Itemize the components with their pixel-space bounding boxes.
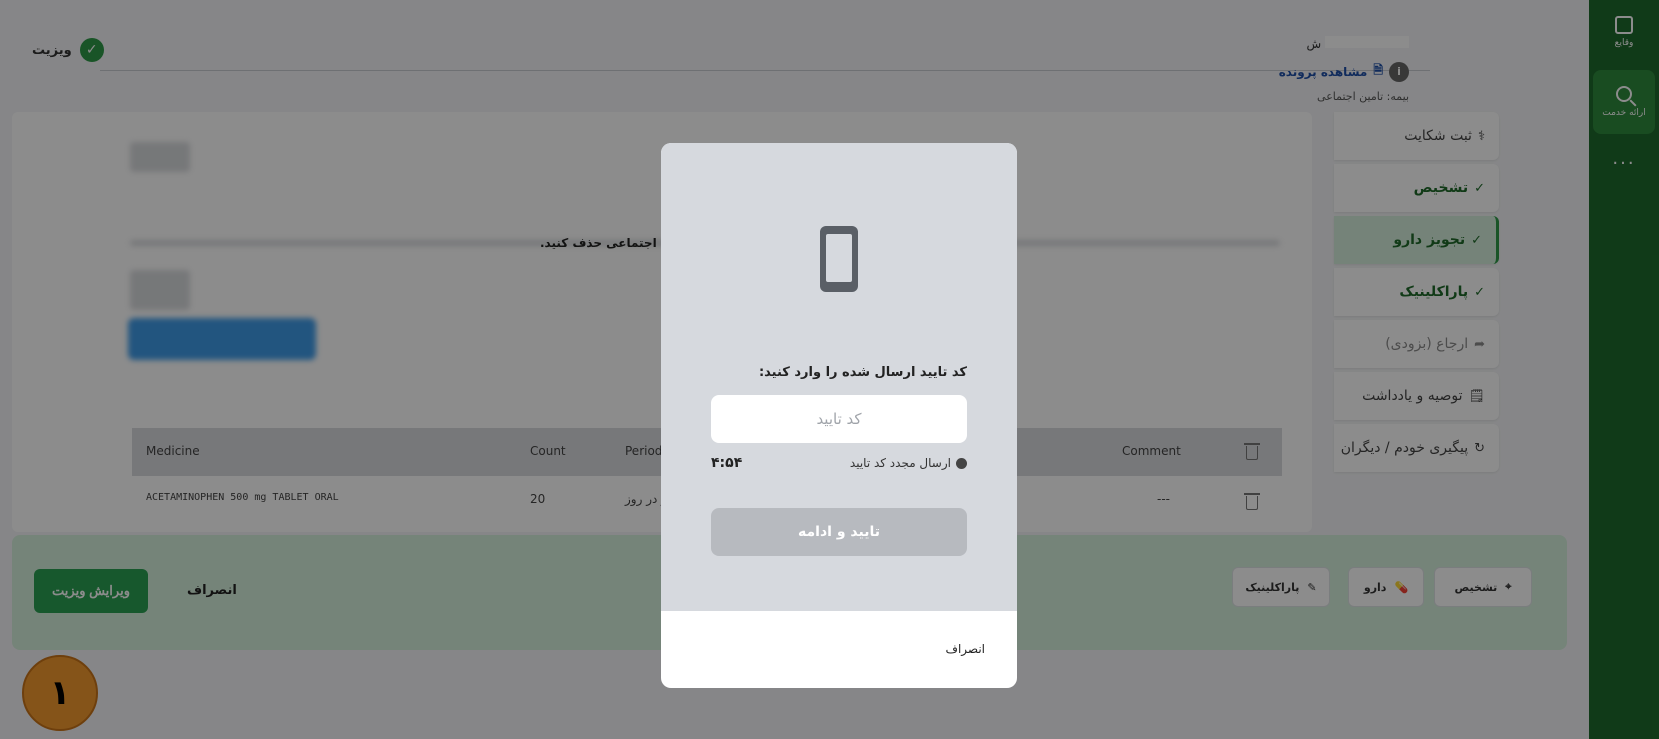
confirm-continue-button[interactable]: تایید و ادامه	[711, 508, 967, 556]
modal-body: کد تایید ارسال شده را وارد کنید: ارسال م…	[661, 143, 1017, 611]
clock-icon	[956, 457, 967, 469]
modal-label: کد تایید ارسال شده را وارد کنید:	[758, 365, 967, 380]
verify-code-modal: کد تایید ارسال شده را وارد کنید: ارسال م…	[661, 143, 1017, 688]
resend-code-link[interactable]: ارسال مجدد کد تایید	[850, 456, 967, 470]
modal-cancel-button[interactable]: انصراف	[946, 642, 985, 656]
countdown-timer: ۴:۵۴	[711, 455, 743, 471]
mobile-phone-icon	[820, 226, 858, 292]
verification-code-input[interactable]	[711, 395, 967, 443]
